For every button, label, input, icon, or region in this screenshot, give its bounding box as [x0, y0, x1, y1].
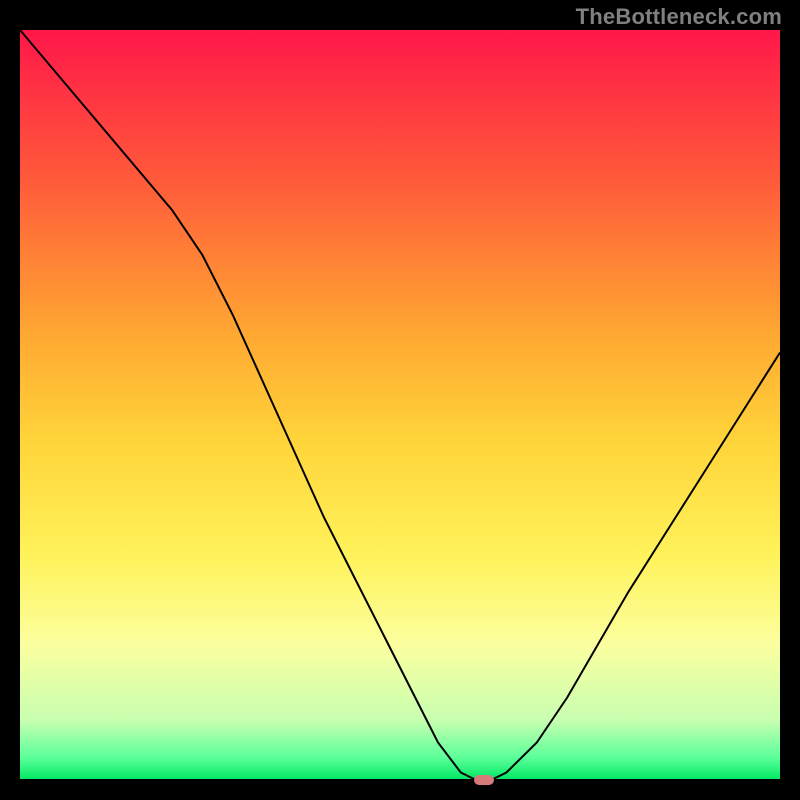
bottleneck-chart: [20, 30, 780, 780]
watermark-label: TheBottleneck.com: [576, 4, 782, 30]
optimal-point-marker: [474, 775, 494, 785]
chart-frame: TheBottleneck.com: [0, 0, 800, 800]
